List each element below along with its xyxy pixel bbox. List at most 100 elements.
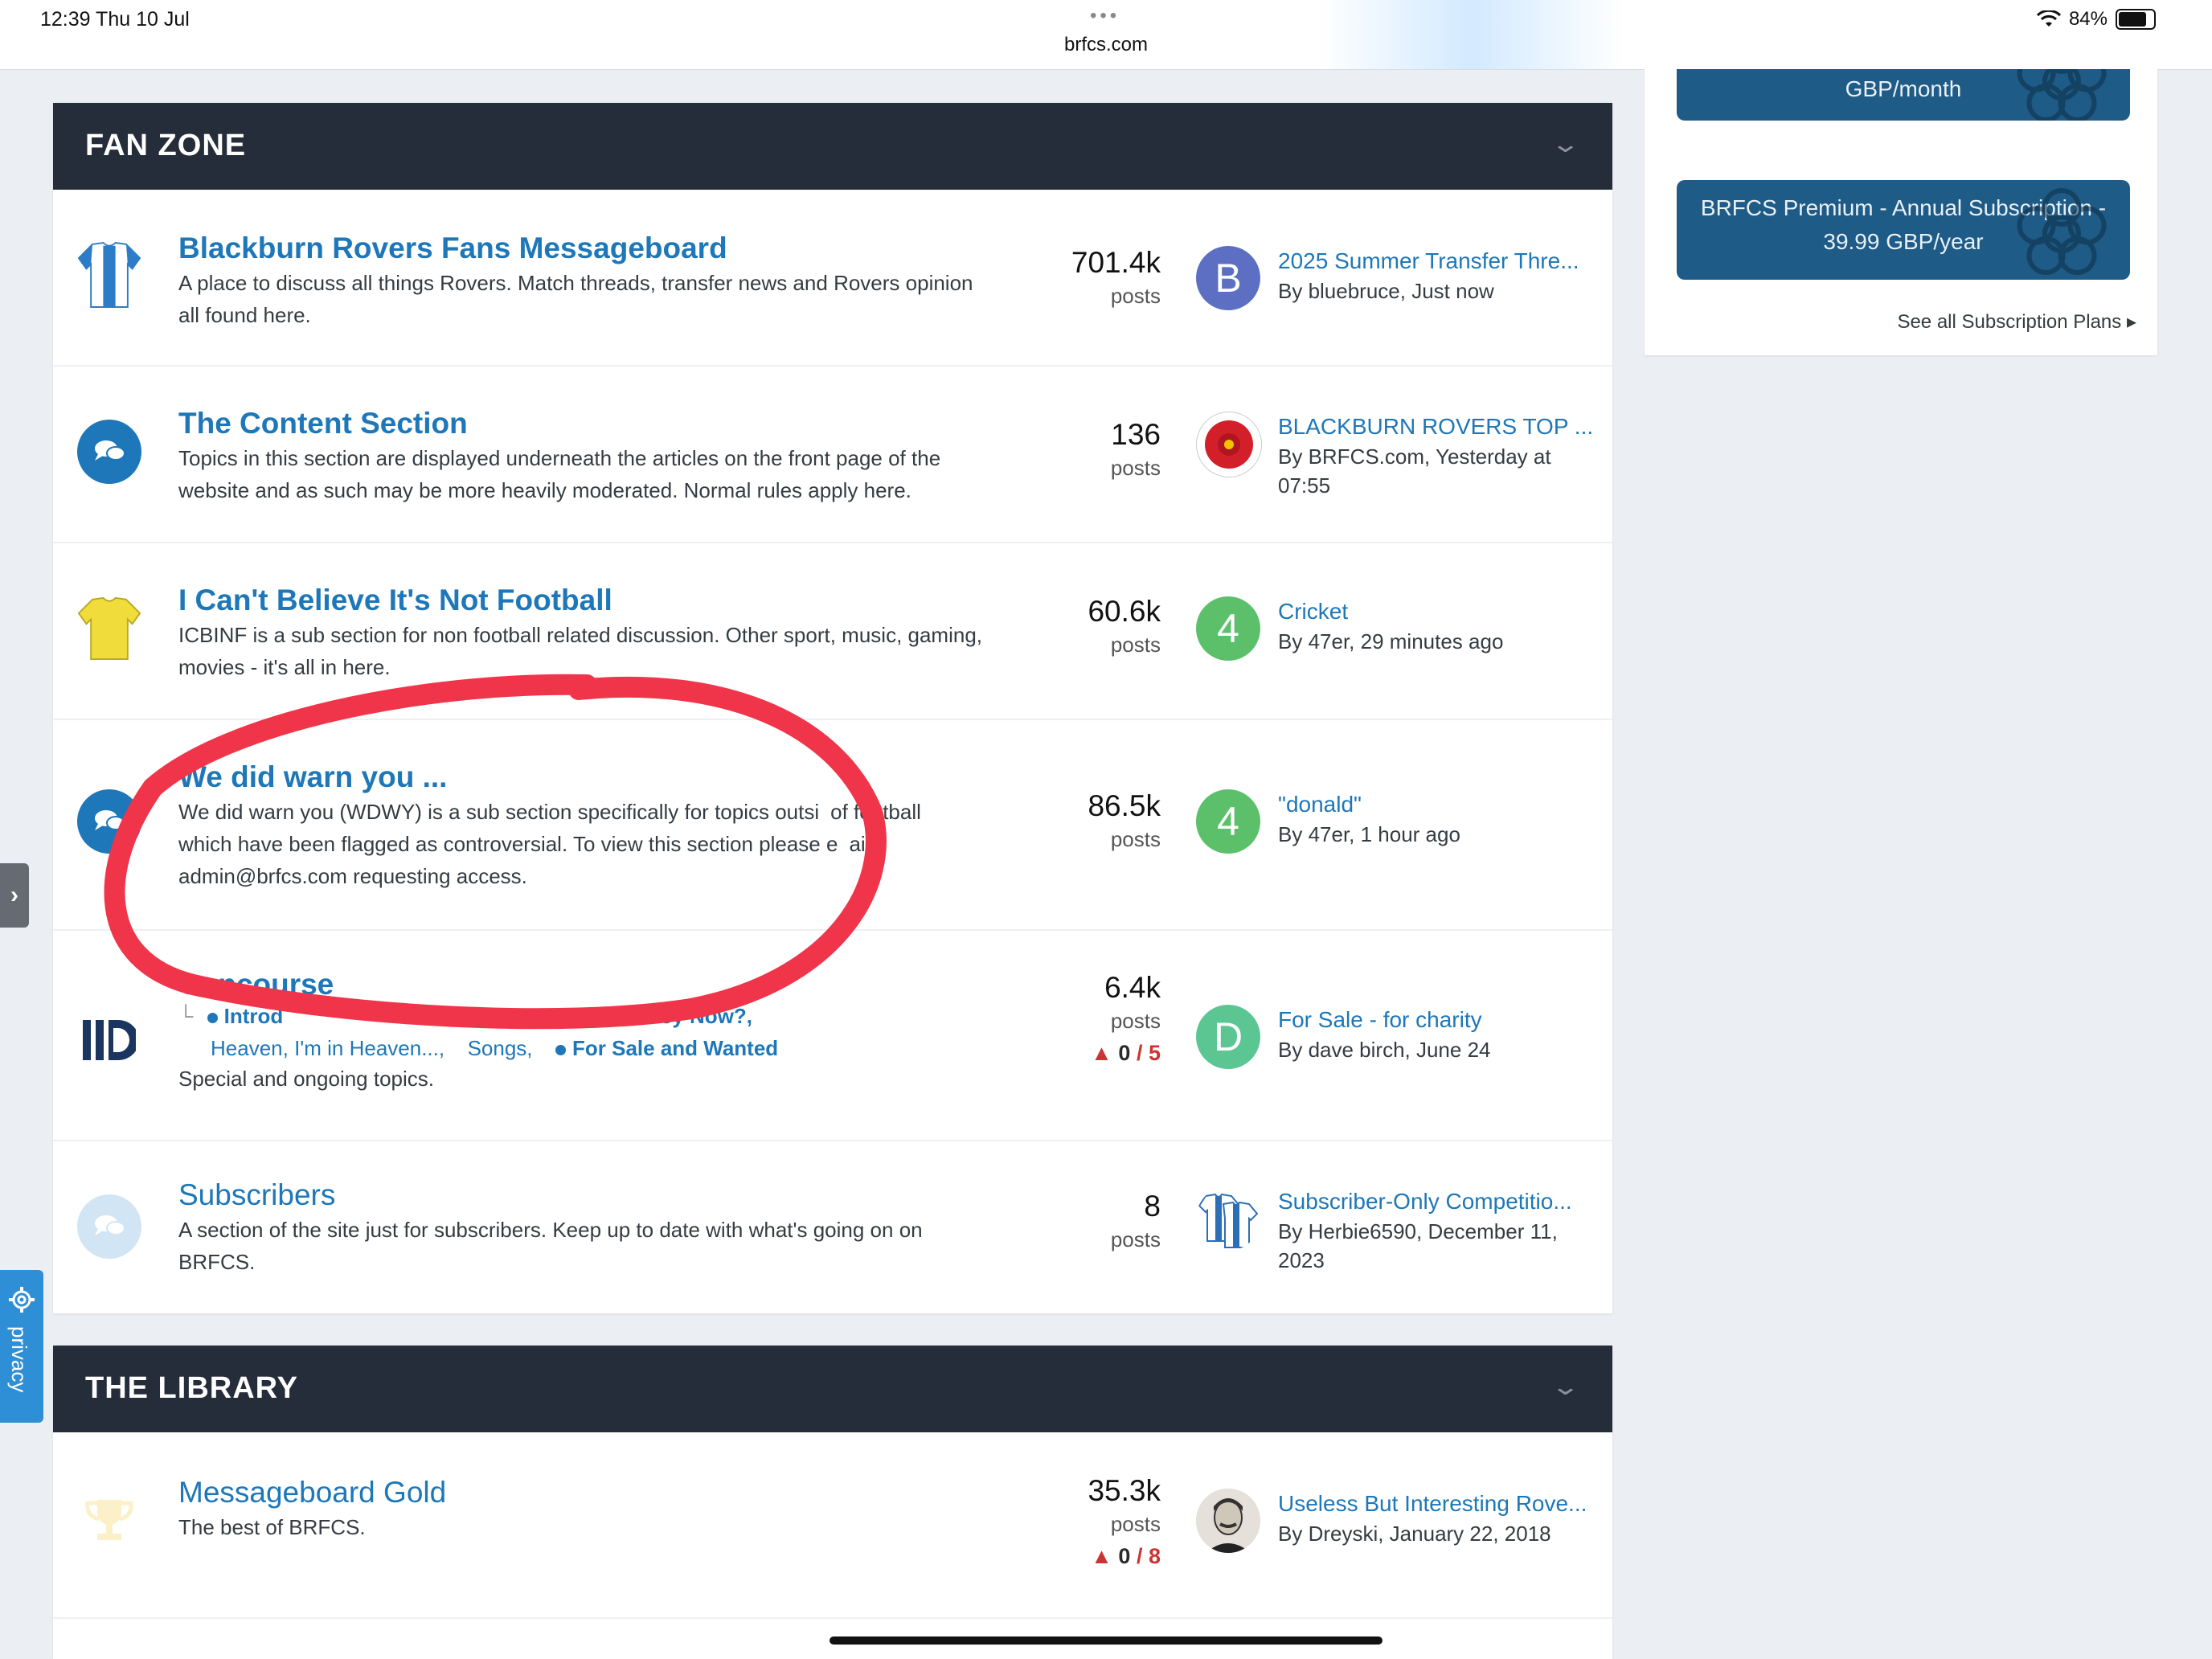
rose-crest-avatar[interactable] bbox=[1196, 412, 1262, 477]
trophy-icon bbox=[77, 1489, 141, 1553]
forum-description: We did warn you (WDWY) is a sub section … bbox=[178, 796, 998, 892]
last-post-meta: By Herbie6590, December 11, 2023 bbox=[1278, 1219, 1558, 1272]
forum-stats: 35.3k posts ▲ 0 / 8 bbox=[1088, 1473, 1161, 1574]
chat-bubbles-icon bbox=[95, 440, 125, 461]
rose-icon bbox=[2017, 188, 2107, 275]
post-count: 60.6k bbox=[1088, 595, 1161, 628]
reports-open: 0 bbox=[1118, 1041, 1131, 1065]
last-post-meta: By 47er, 1 hour ago bbox=[1278, 822, 1460, 846]
last-post-title-link[interactable]: 2025 Summer Transfer Thre... bbox=[1278, 246, 1600, 276]
forum-icon-faded bbox=[77, 1194, 141, 1259]
collapse-chevron-icon[interactable]: ⌄ bbox=[1550, 130, 1581, 158]
avatar[interactable]: B bbox=[1196, 246, 1260, 310]
forum-icon bbox=[77, 420, 141, 484]
last-post-title-link[interactable]: BLACKBURN ROVERS TOP ... bbox=[1278, 412, 1600, 442]
last-post-title-link[interactable]: "donald" bbox=[1278, 789, 1600, 820]
reports-total: 8 bbox=[1148, 1544, 1161, 1568]
desc-line2: which have been flagged as controversial… bbox=[178, 832, 838, 856]
shirt-icon bbox=[77, 241, 141, 308]
post-count-label: posts bbox=[1110, 284, 1161, 308]
chevron-right-icon: › bbox=[10, 882, 18, 908]
status-bar: 12:39 Thu 10 Jul ••• brfcs.com 84% bbox=[0, 0, 2212, 70]
address-bar[interactable]: brfcs.com bbox=[0, 34, 2212, 56]
post-count-label: posts bbox=[1110, 456, 1161, 480]
reports-count: ▲ 0 / 8 bbox=[1088, 1538, 1161, 1574]
last-post-title-link[interactable]: For Sale - for charity bbox=[1278, 1005, 1600, 1035]
forum-stats: 86.5k posts bbox=[1088, 788, 1161, 854]
subscription-monthly-button[interactable]: GBP/month bbox=[1677, 69, 2130, 121]
subscription-annual-button[interactable]: BRFCS Premium - Annual Subscription - 39… bbox=[1677, 180, 2130, 280]
forum-description: ICBINF is a sub section for non football… bbox=[178, 623, 983, 679]
concourse-logo-icon bbox=[77, 1008, 141, 1072]
forum-title-link[interactable]: Concourse bbox=[178, 968, 334, 1002]
see-all-plans-link[interactable]: See all Subscription Plans ▸ bbox=[1897, 310, 2136, 334]
forum-title-link[interactable]: Messageboard Gold bbox=[178, 1476, 446, 1509]
forum-title-link[interactable]: Subscribers bbox=[178, 1178, 335, 1212]
yellow-shirt-icon bbox=[77, 596, 141, 661]
subforum-link[interactable]: Are They Now?, bbox=[595, 1004, 752, 1028]
forum-row: I Can't Believe It's Not Football ICBINF… bbox=[53, 543, 1612, 720]
last-post-title-link[interactable]: Cricket bbox=[1278, 596, 1600, 627]
last-post-title-link[interactable]: Useless But Interesting Rove... bbox=[1278, 1489, 1600, 1519]
status-indicators: 84% bbox=[2036, 8, 2156, 31]
forum-stats: 6.4k posts ▲ 0 / 5 bbox=[1091, 969, 1161, 1071]
home-indicator[interactable] bbox=[830, 1636, 1382, 1645]
privacy-tab[interactable]: privacy bbox=[0, 1270, 43, 1423]
forum-title-link[interactable]: Blackburn Rovers Fans Messageboard bbox=[178, 231, 727, 265]
last-post: 2025 Summer Transfer Thre... By bluebruc… bbox=[1278, 246, 1600, 305]
desc-line1-end: of football bbox=[830, 800, 921, 824]
subscription-widget: GBP/month BRFCS Premium - Annual Subscri… bbox=[1645, 69, 2157, 355]
forum-row: Concourse └ Introd Are They Now?, Heaven… bbox=[53, 931, 1612, 1141]
forum-row: Blackburn Rovers Fans Messageboard A pla… bbox=[53, 190, 1612, 367]
reports-count: ▲ 0 / 5 bbox=[1091, 1035, 1161, 1071]
category-header: FAN ZONE ⌄ bbox=[53, 103, 1612, 190]
subforum-link[interactable]: For Sale and Wanted bbox=[572, 1036, 778, 1060]
forum-row: Messageboard Gold The best of BRFCS. 35.… bbox=[53, 1432, 1612, 1619]
last-post-title-link[interactable]: Subscriber-Only Competitio... bbox=[1278, 1186, 1600, 1217]
subforum-link[interactable]: Introd bbox=[224, 1004, 284, 1028]
post-count: 86.5k bbox=[1088, 789, 1161, 822]
subforum-link[interactable]: Heaven, I'm in Heaven..., bbox=[211, 1036, 444, 1060]
last-post-meta: By BRFCS.com, Yesterday at 07:55 bbox=[1278, 444, 1551, 498]
forum-stats: 60.6k posts bbox=[1088, 593, 1161, 659]
forum-title-link[interactable]: The Content Section bbox=[178, 407, 468, 440]
forum-title-link[interactable]: We did warn you ... bbox=[178, 760, 447, 794]
forum-title-link[interactable]: I Can't Believe It's Not Football bbox=[178, 584, 612, 617]
post-count: 8 bbox=[1144, 1190, 1161, 1223]
avatar[interactable]: 4 bbox=[1196, 596, 1260, 661]
reports-total: 5 bbox=[1148, 1041, 1161, 1065]
category-header: THE LIBRARY ⌄ bbox=[53, 1346, 1612, 1432]
post-count-label: posts bbox=[1110, 1009, 1161, 1033]
category-fan-zone: FAN ZONE ⌄ Blackburn Rovers Fans Message… bbox=[53, 103, 1612, 1313]
avatar[interactable]: D bbox=[1196, 1005, 1260, 1069]
shirts-avatar[interactable] bbox=[1196, 1186, 1260, 1251]
avatar[interactable]: 4 bbox=[1196, 789, 1260, 854]
forum-stats: 701.4k posts bbox=[1071, 244, 1161, 310]
reports-separator: / bbox=[1136, 1041, 1143, 1065]
forum-row: The Content Section Topics in this secti… bbox=[53, 367, 1612, 543]
reports-open: 0 bbox=[1118, 1544, 1131, 1568]
forum-row: We did warn you ... We did warn you (WDW… bbox=[53, 720, 1612, 931]
forum-description: A place to discuss all things Rovers. Ma… bbox=[178, 271, 973, 327]
post-count: 701.4k bbox=[1071, 246, 1161, 279]
last-post: BLACKBURN ROVERS TOP ... By BRFCS.com, Y… bbox=[1278, 412, 1600, 500]
collapse-chevron-icon[interactable]: ⌄ bbox=[1550, 1373, 1581, 1401]
unread-dot bbox=[207, 1012, 218, 1023]
post-count: 35.3k bbox=[1088, 1474, 1161, 1507]
last-post: For Sale - for charity By dave birch, Ju… bbox=[1278, 1005, 1600, 1064]
browser-menu-dots[interactable]: ••• bbox=[1090, 5, 1120, 27]
last-post-meta: By dave birch, June 24 bbox=[1278, 1038, 1491, 1062]
warning-icon: ▲ bbox=[1091, 1544, 1112, 1568]
expand-panel-tab[interactable]: › bbox=[0, 863, 29, 928]
desc-line3: admin@brfcs.com requesting access. bbox=[178, 864, 527, 888]
warning-icon: ▲ bbox=[1091, 1041, 1112, 1065]
forum-stats: 136 posts bbox=[1111, 416, 1161, 482]
forum-description: The best of BRFCS. bbox=[178, 1515, 366, 1539]
subforum-link[interactable]: Songs, bbox=[468, 1036, 533, 1060]
post-count-label: posts bbox=[1110, 1227, 1161, 1251]
forum-description: A section of the site just for subscribe… bbox=[178, 1218, 923, 1274]
privacy-label: privacy bbox=[7, 1326, 31, 1393]
reports-separator: / bbox=[1136, 1544, 1143, 1568]
desc-line1: We did warn you (WDWY) is a sub section … bbox=[178, 800, 820, 824]
portrait-avatar[interactable] bbox=[1196, 1489, 1260, 1553]
